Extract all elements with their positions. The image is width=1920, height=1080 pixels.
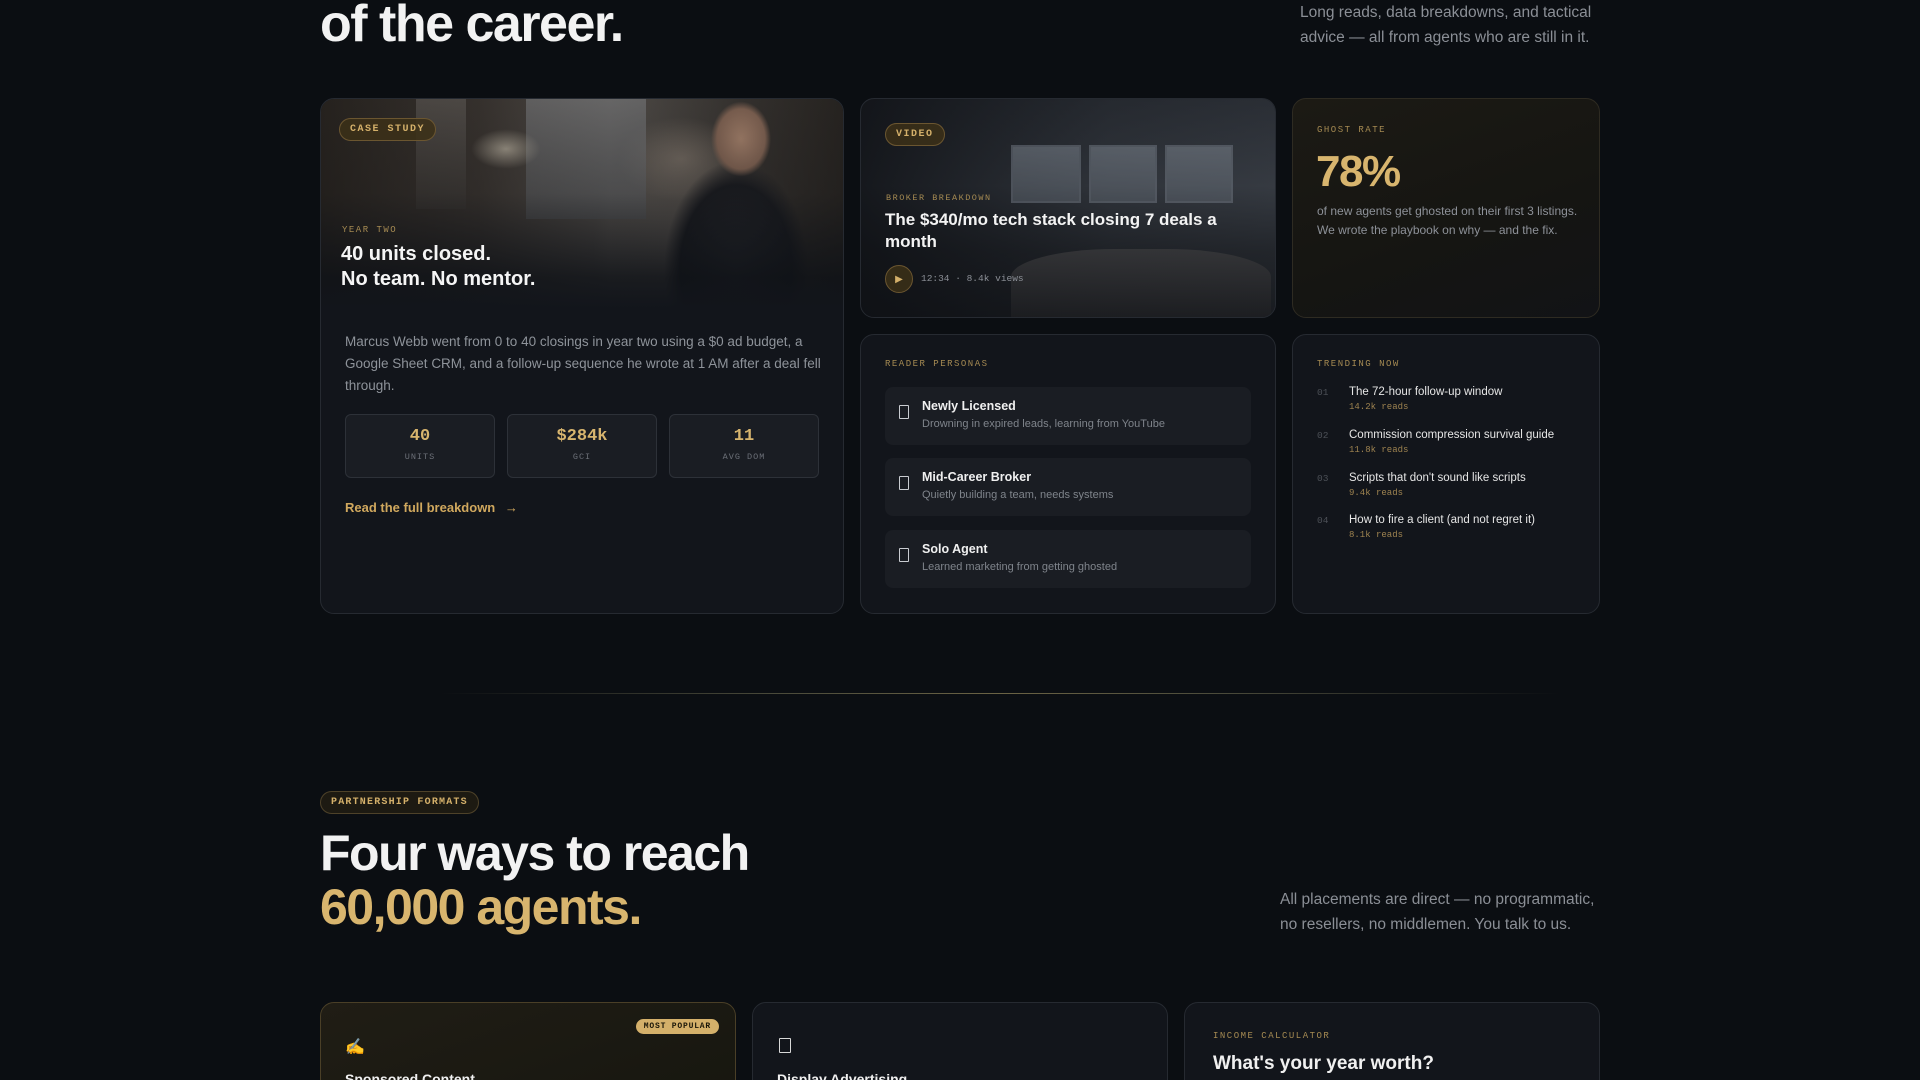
case-study-body: Marcus Webb went from 0 to 40 closings i… [345,334,821,393]
ghost-rate-value: 78% [1316,147,1401,196]
card-title: Display Advertising [777,1071,908,1080]
video-tag: VIDEO [885,123,945,146]
trending-eyebrow: TRENDING NOW [1317,359,1400,369]
ghost-rate-eyebrow: GHOST RATE [1317,125,1387,135]
personas-eyebrow: READER PERSONAS [885,359,989,369]
trending-reads: 14.2k reads [1349,402,1409,412]
stat-label: AVG DOM [722,452,766,462]
section-divider [440,693,1560,694]
case-study-eyebrow: YEAR TWO [342,225,398,235]
persona-icon [899,405,909,419]
stat-value: 40 [409,427,431,446]
ghost-rate-text: of new agents get ghosted on their first… [1317,204,1578,237]
stat-label: UNITS [404,452,436,462]
trending-reads: 8.1k reads [1349,530,1404,540]
case-study-tag: CASE STUDY [339,118,437,141]
persona-title: Newly Licensed [922,399,1016,413]
stat-value: $284k [556,427,608,446]
income-calculator-eyebrow: INCOME CALCULATOR [1213,1031,1331,1041]
read-link-label: Read the full breakdown [345,500,496,515]
persona-icon [899,548,909,562]
hero-title: of the career. [320,0,624,53]
stat-value: 11 [733,427,755,446]
stat-gci: $284k GCI [507,414,657,478]
partnership-title-line2: 60,000 agents. [320,879,642,935]
trending-number: 02 [1317,430,1329,441]
persona-desc: Drowning in expired leads, learning from… [922,418,1165,430]
trending-number: 03 [1317,473,1329,484]
trending-title: Commission compression survival guide [1349,429,1555,441]
hero-subtitle: Long reads, data breakdowns, and tactica… [1300,4,1592,46]
reader-personas-card: READER PERSONAS Newly Licensed Drowning … [860,334,1276,614]
partnership-title: Four ways to reach 60,000 agents. [320,825,750,935]
trending-reads: 11.8k reads [1349,445,1409,455]
read-full-breakdown-link[interactable]: Read the full breakdown → [345,500,518,515]
persona-desc: Quietly building a team, needs systems [922,489,1114,501]
case-study-headline: 40 units closed. No team. No mentor. [341,242,741,292]
income-calculator-title: What's your year worth? [1213,1053,1434,1074]
trending-title: The 72-hour follow-up window [1349,386,1503,398]
persona-item[interactable]: Mid-Career Broker Quietly building a tea… [885,458,1251,516]
stat-avg-dom: 11 AVG DOM [669,414,819,478]
trending-title: How to fire a client (and not regret it) [1349,514,1535,526]
case-study-headline-line1: 40 units closed. [341,243,492,265]
video-eyebrow: BROKER BREAKDOWN [886,193,992,203]
trending-title: Scripts that don't sound like scripts [1349,472,1526,484]
partnership-subtitle: All placements are direct — no programma… [1280,891,1595,933]
case-study-card[interactable]: CASE STUDY YEAR TWO 40 units closed. No … [320,98,844,614]
most-popular-badge: MOST POPULAR [635,1019,719,1034]
persona-title: Solo Agent [922,542,988,556]
persona-item[interactable]: Solo Agent Learned marketing from gettin… [885,530,1251,588]
persona-desc: Learned marketing from getting ghosted [922,561,1118,573]
video-meta: 12:34 · 8.4k views [921,273,1024,284]
persona-icon [899,476,909,490]
stat-units: 40 UNITS [345,414,495,478]
partnership-formats-tag: PARTNERSHIP FORMATS [320,791,479,814]
persona-item[interactable]: Newly Licensed Drowning in expired leads… [885,387,1251,445]
arrow-right-icon: → [504,500,518,515]
stat-label: GCI [572,452,592,462]
display-icon [779,1038,791,1053]
sponsored-content-card[interactable]: MOST POPULAR ✍ Sponsored Content [320,1002,736,1080]
video-card[interactable]: VIDEO BROKER BREAKDOWN The $340/mo tech … [860,98,1276,318]
play-icon[interactable]: ▶ [885,265,913,293]
income-calculator-card[interactable]: INCOME CALCULATOR What's your year worth… [1184,1002,1600,1080]
trending-reads: 9.4k reads [1349,488,1404,498]
pen-icon: ✍ [345,1039,365,1056]
ghost-rate-card: GHOST RATE 78% of new agents get ghosted… [1292,98,1600,318]
display-advertising-card[interactable]: Display Advertising [752,1002,1168,1080]
persona-title: Mid-Career Broker [922,470,1032,484]
card-title: Sponsored Content [345,1071,475,1080]
case-study-headline-line2: No team. No mentor. [341,268,536,290]
trending-number: 01 [1317,387,1329,398]
partnership-title-line1: Four ways to reach [320,825,750,881]
video-title: The $340/mo tech stack closing 7 deals a… [885,210,1217,251]
trending-now-card: TRENDING NOW 01 The 72-hour follow-up wi… [1292,334,1600,614]
trending-number: 04 [1317,515,1329,526]
